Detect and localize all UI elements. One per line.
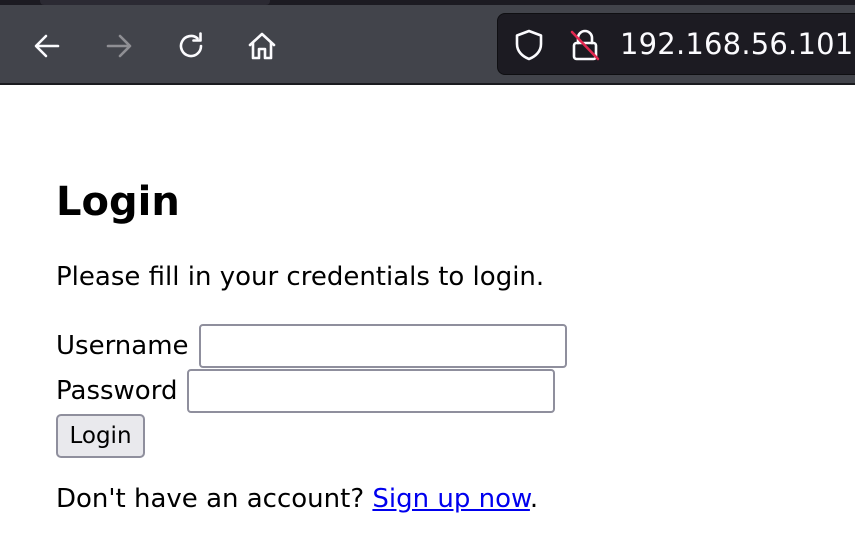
password-input[interactable] [187, 369, 556, 413]
home-button[interactable] [240, 24, 284, 68]
reload-button[interactable] [169, 24, 213, 68]
page-content: Login Please fill in your credentials to… [0, 86, 855, 541]
address-bar[interactable]: 192.168.56.101 [497, 13, 855, 75]
forward-button[interactable] [97, 24, 141, 68]
url-text[interactable]: 192.168.56.101 [620, 27, 853, 61]
username-row: Username [56, 324, 567, 368]
tab-strip [0, 0, 855, 5]
username-label: Username [56, 331, 189, 361]
arrow-right-icon [106, 34, 132, 58]
arrow-left-icon [34, 34, 60, 58]
signup-prompt-text: Don't have an account? [56, 484, 373, 514]
back-button[interactable] [25, 24, 69, 68]
browser-toolbar: 192.168.56.101 [0, 0, 855, 85]
signup-link[interactable]: Sign up now [372, 484, 530, 514]
login-button[interactable]: Login [56, 414, 145, 458]
signup-suffix: . [529, 484, 539, 514]
home-icon [248, 32, 276, 60]
instructions-text: Please fill in your credentials to login… [56, 262, 545, 292]
insecure-lock-icon[interactable] [568, 28, 602, 62]
shield-icon[interactable] [512, 28, 546, 62]
password-label: Password [56, 376, 178, 406]
active-tab-edge[interactable] [40, 0, 270, 5]
reload-icon [179, 32, 203, 58]
page-title: Login [56, 179, 180, 225]
signup-prompt: Don't have an account? Sign up now. [56, 484, 538, 514]
password-row: Password [56, 369, 556, 413]
username-input[interactable] [198, 324, 567, 368]
